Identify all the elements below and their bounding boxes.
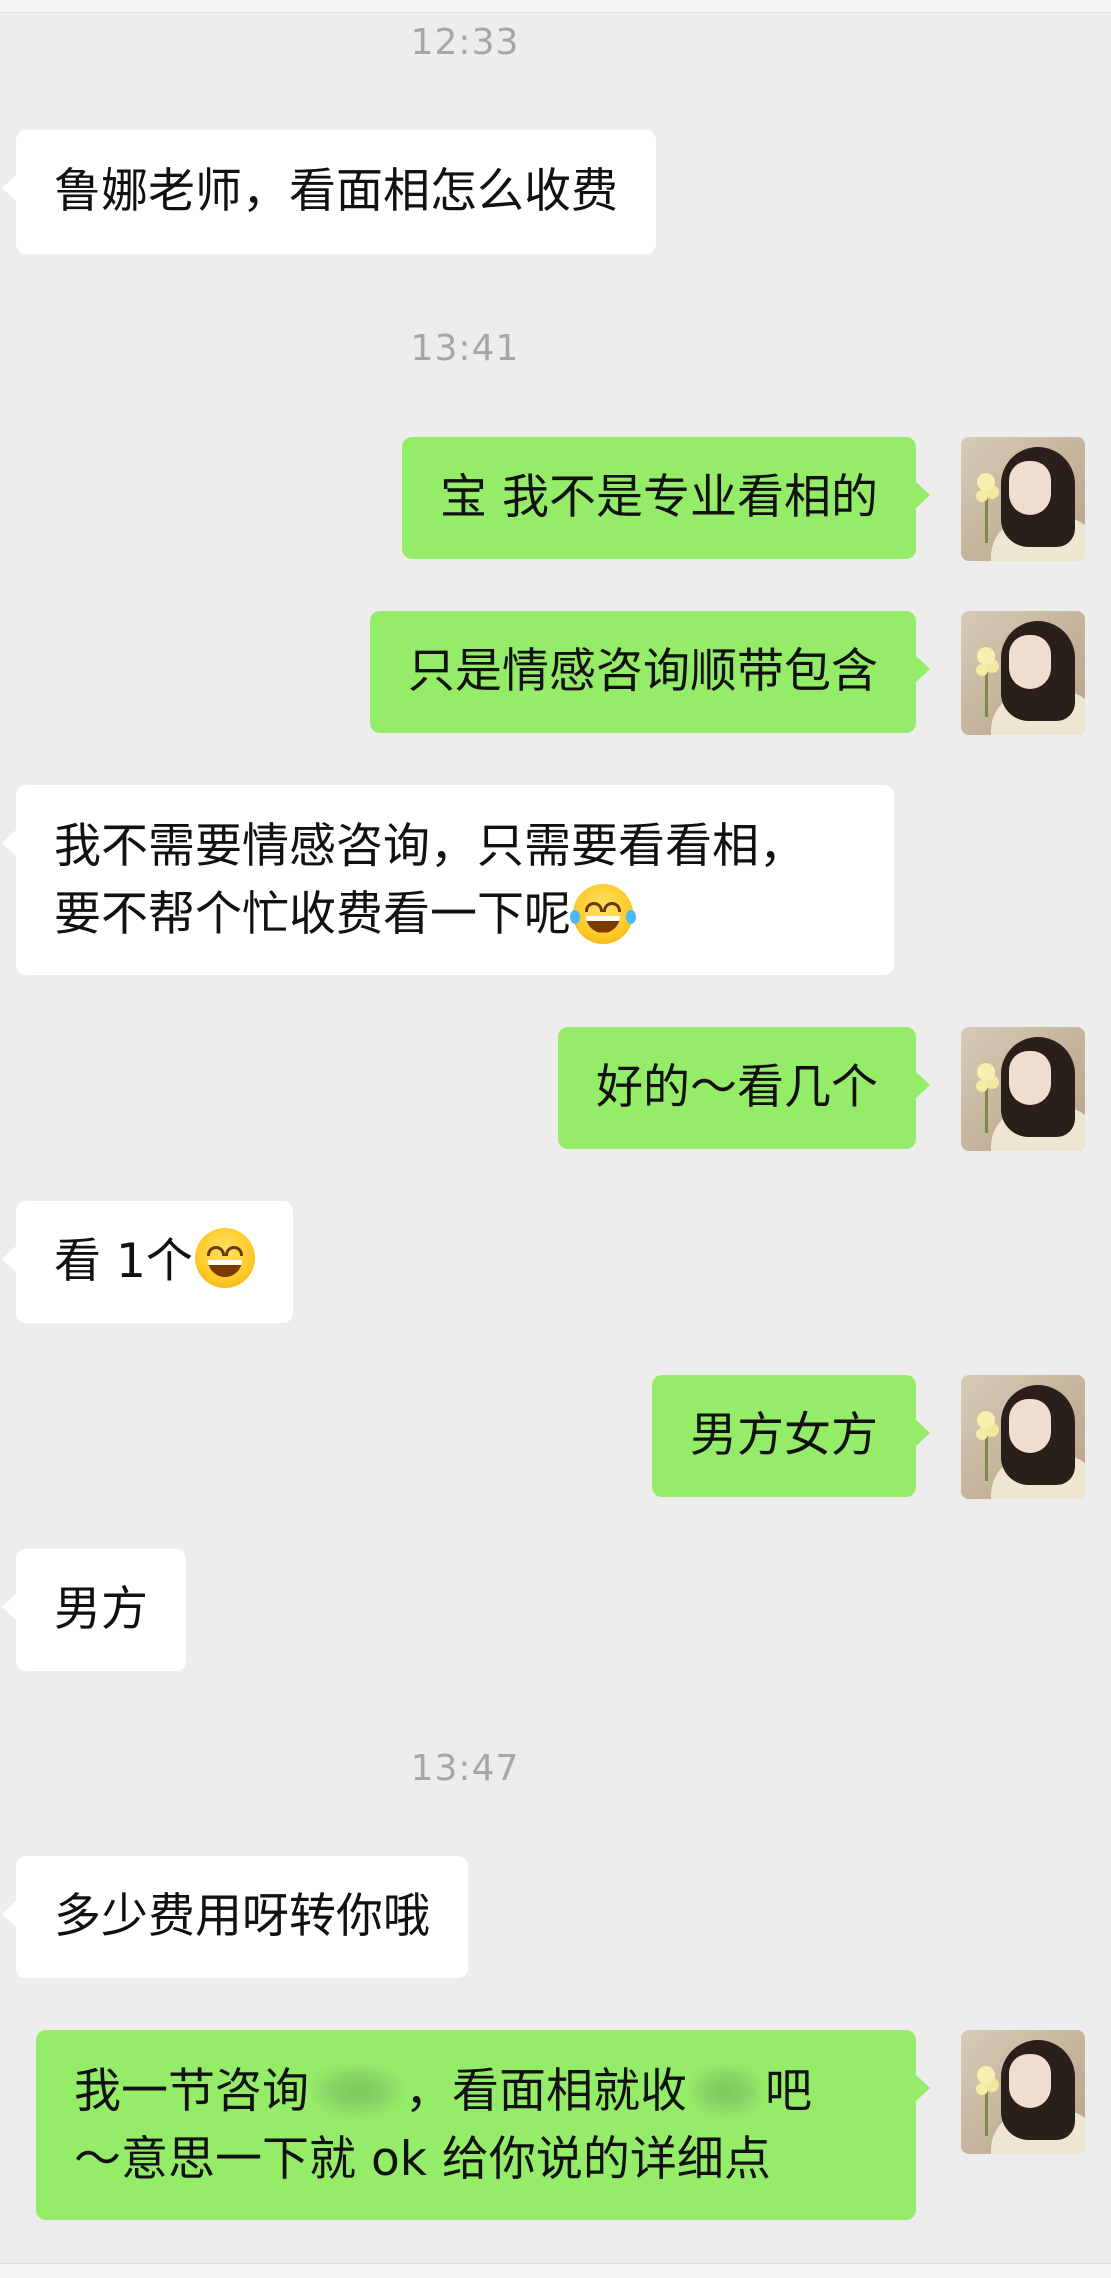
message-bubble-incoming[interactable]: 男方: [2, 1549, 186, 1671]
user-avatar-icon[interactable]: [961, 1375, 1085, 1499]
message-text: 男方: [54, 1582, 148, 1637]
message-text: 多少费用呀转你哦: [54, 1889, 430, 1944]
message-text: 鲁娜老师，看面相怎么收费: [54, 164, 618, 219]
message-text: 我一节咨询: [74, 2064, 309, 2119]
message-text-line: 要不帮个忙收费看一下呢: [54, 881, 856, 949]
timestamp: 12:33: [410, 22, 520, 63]
redacted-blur: [691, 2065, 761, 2116]
message-bubble-incoming[interactable]: 多少费用呀转你哦: [2, 1856, 468, 1978]
top-edge: [0, 0, 1111, 13]
redacted-blur: [313, 2065, 401, 2116]
chat-screen: 12:33 鲁娜老师，看面相怎么收费 13:41 宝 我不是专业看相的 只是情感…: [0, 0, 1111, 2278]
message-bubble-incoming[interactable]: 我不需要情感咨询，只需要看看相， 要不帮个忙收费看一下呢: [2, 785, 894, 975]
message-text: 宝 我不是专业看相的: [440, 470, 878, 525]
grinning-face-emoji-icon: [194, 1228, 255, 1288]
message-text: 好的～看几个: [596, 1060, 878, 1115]
message-text: 看 1个: [54, 1234, 193, 1289]
tears-of-joy-emoji-icon: [570, 883, 636, 944]
message-text-line: ～意思一下就 ok 给你说的详细点: [74, 2132, 771, 2187]
message-text: 吧: [765, 2064, 812, 2119]
timestamp: 13:47: [410, 1748, 520, 1789]
message-text-line: 我一节咨询 ，看面相就收 吧: [74, 2058, 878, 2126]
message-bubble-outgoing[interactable]: 好的～看几个: [558, 1027, 930, 1149]
message-text: ，看面相就收: [405, 2064, 687, 2119]
message-bubble-incoming[interactable]: 看 1个: [2, 1201, 293, 1323]
message-bubble-outgoing[interactable]: 我一节咨询 ，看面相就收 吧 ～意思一下就 ok 给你说的详细点: [36, 2030, 930, 2220]
message-text: 男方女方: [690, 1408, 878, 1463]
message-text: 要不帮个忙收费看一下呢: [54, 887, 571, 942]
message-bubble-outgoing[interactable]: 宝 我不是专业看相的: [402, 437, 930, 559]
message-bubble-outgoing[interactable]: 男方女方: [652, 1375, 930, 1497]
user-avatar-icon[interactable]: [961, 611, 1085, 735]
timestamp: 13:41: [410, 328, 520, 369]
message-text-line: 我不需要情感咨询，只需要看看相，: [54, 819, 806, 874]
message-bubble-outgoing[interactable]: 只是情感咨询顺带包含: [370, 611, 930, 733]
message-bubble-incoming[interactable]: 鲁娜老师，看面相怎么收费: [2, 130, 656, 254]
user-avatar-icon[interactable]: [961, 2030, 1085, 2154]
message-text: 只是情感咨询顺带包含: [408, 644, 878, 699]
user-avatar-icon[interactable]: [961, 437, 1085, 561]
user-avatar-icon[interactable]: [961, 1027, 1085, 1151]
bottom-edge: [0, 2263, 1111, 2278]
